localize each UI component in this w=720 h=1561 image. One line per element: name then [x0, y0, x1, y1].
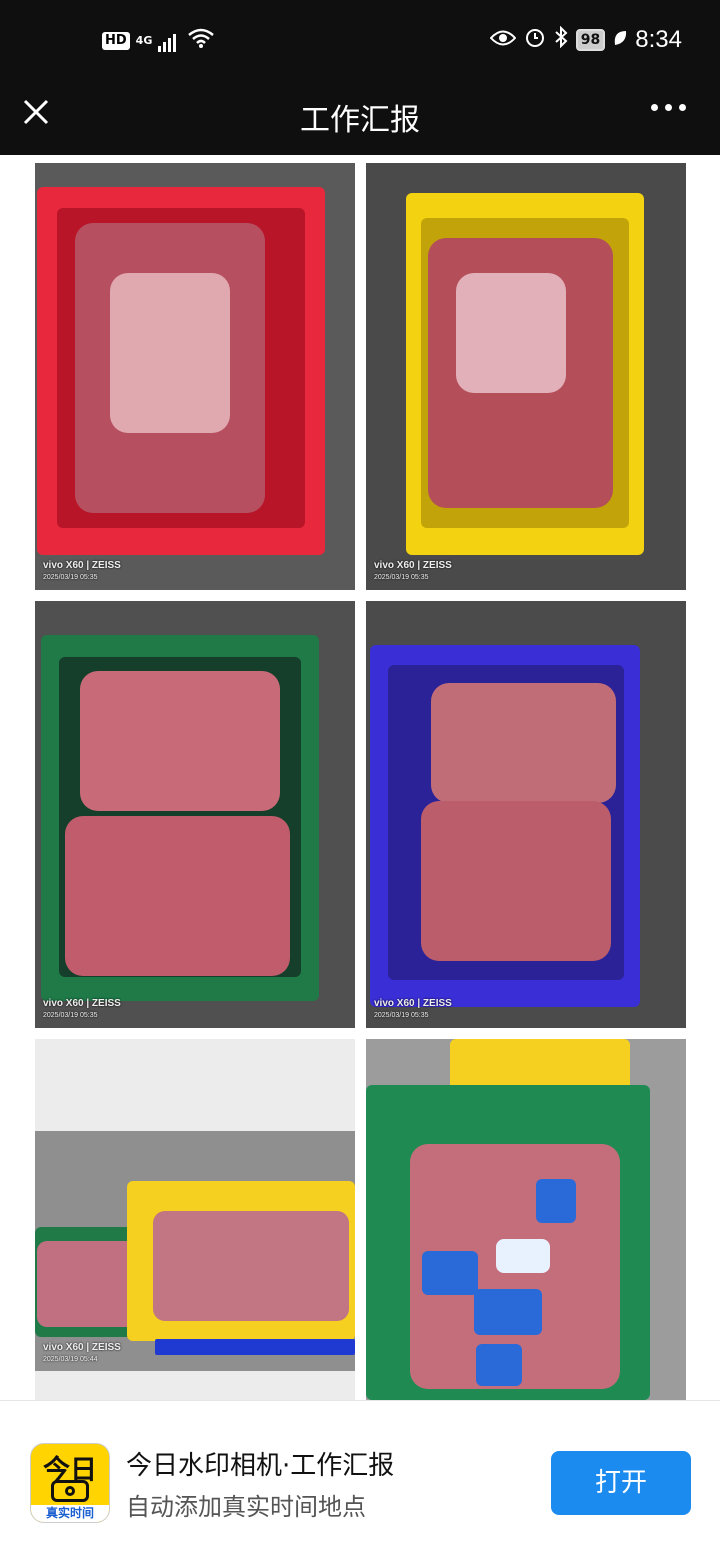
title-bar: 工作汇报	[0, 82, 720, 155]
photo-6[interactable]	[366, 1039, 686, 1400]
meat	[37, 1241, 137, 1327]
ice-pack	[476, 1344, 522, 1386]
meat-fat	[456, 273, 566, 393]
meat	[80, 671, 280, 811]
watermark: vivo X60 | ZEISS 2025/03/19 05:44	[43, 1342, 121, 1363]
photo-1[interactable]: vivo X60 | ZEISS 2025/03/19 05:35	[35, 163, 355, 590]
ice-pack	[496, 1239, 550, 1273]
meat	[65, 816, 290, 976]
ice-pack	[422, 1251, 478, 1295]
app-subtitle: 自动添加真实时间地点	[126, 1493, 366, 1521]
meat	[153, 1211, 349, 1321]
alarm-icon	[524, 26, 546, 54]
watermark: vivo X60 | ZEISS 2025/03/19 05:35	[43, 560, 121, 581]
photo-3[interactable]: vivo X60 | ZEISS 2025/03/19 05:35	[35, 601, 355, 1028]
ice-pack	[474, 1289, 542, 1335]
page-title: 工作汇报	[300, 103, 420, 138]
watermark: vivo X60 | ZEISS 2025/03/19 05:35	[374, 998, 452, 1019]
meat	[431, 683, 616, 803]
open-button[interactable]: 打开	[551, 1451, 691, 1515]
battery-icon: 98	[575, 29, 606, 51]
meat	[421, 801, 611, 961]
ice-pack	[536, 1179, 576, 1223]
app-name: 今日水印相机·工作汇报	[126, 1451, 395, 1481]
signal-icon	[158, 30, 177, 52]
wifi-icon	[188, 28, 215, 53]
clock: 8:34	[635, 26, 682, 53]
bluetooth-icon	[554, 25, 568, 54]
more-icon[interactable]	[651, 104, 686, 111]
status-bar: HD 4G 98 8:34	[0, 0, 720, 82]
network-type: 4G	[135, 34, 153, 47]
app-icon[interactable]: 今日 真实时间	[30, 1443, 110, 1523]
leaf-icon	[613, 28, 627, 53]
crate-base	[155, 1339, 355, 1355]
photo-4[interactable]: vivo X60 | ZEISS 2025/03/19 05:35	[366, 601, 686, 1028]
watermark: vivo X60 | ZEISS 2025/03/19 05:35	[43, 998, 121, 1019]
meat-fat	[110, 273, 230, 433]
app-icon-label: 真实时间	[31, 1505, 109, 1522]
camera-icon	[51, 1480, 89, 1502]
eye-icon	[489, 28, 517, 53]
watermark: vivo X60 | ZEISS 2025/03/19 05:35	[374, 560, 452, 581]
photo-2[interactable]: vivo X60 | ZEISS 2025/03/19 05:35	[366, 163, 686, 590]
photo-5[interactable]: vivo X60 | ZEISS 2025/03/19 05:44	[35, 1039, 355, 1400]
hd-icon: HD	[102, 31, 130, 50]
app-banner: 今日 真实时间 今日水印相机·工作汇报 自动添加真实时间地点 打开	[0, 1400, 720, 1561]
